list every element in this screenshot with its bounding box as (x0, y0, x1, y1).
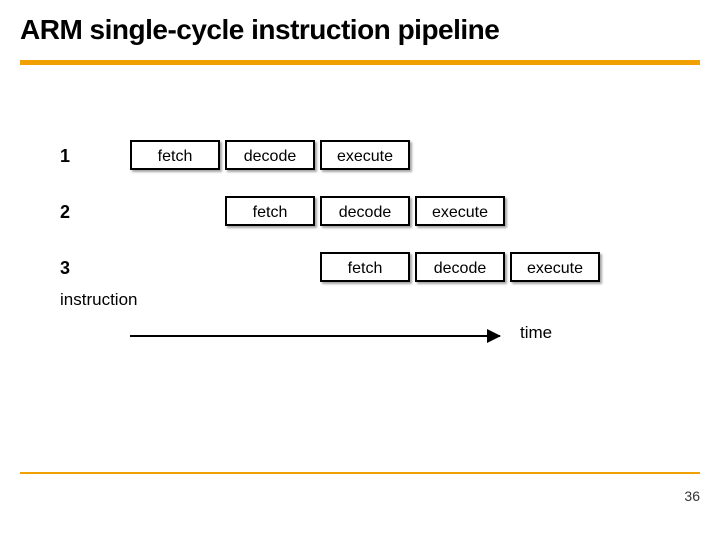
row-label-3: 3 (60, 258, 88, 279)
row-label-1: 1 (60, 146, 88, 167)
stage-box: decode (415, 252, 505, 282)
pipeline-diagram: 1 2 3 instruction fetch decode execute f… (60, 140, 660, 390)
footer-rule (20, 472, 700, 474)
stage-box: decode (225, 140, 315, 170)
stage-box: execute (320, 140, 410, 170)
title-rule (20, 60, 700, 65)
vertical-axis-label: instruction (60, 290, 137, 310)
stage-box: decode (320, 196, 410, 226)
horizontal-axis-label: time (520, 323, 552, 343)
stage-box: fetch (320, 252, 410, 282)
stage-box: execute (415, 196, 505, 226)
slide-title: ARM single-cycle instruction pipeline (20, 14, 499, 46)
stage-box: execute (510, 252, 600, 282)
page-number: 36 (684, 488, 700, 504)
stage-box: fetch (130, 140, 220, 170)
row-label-2: 2 (60, 202, 88, 223)
time-arrow (130, 335, 500, 337)
stage-box: fetch (225, 196, 315, 226)
